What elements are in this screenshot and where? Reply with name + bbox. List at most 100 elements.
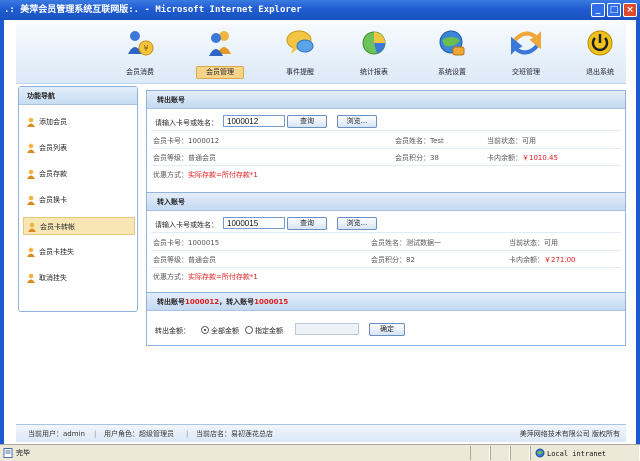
out-browse-button[interactable]: 浏览... <box>337 115 377 128</box>
out-status-value: 可用 <box>522 137 536 145</box>
in-member-level: 会员等级：普通会员 <box>153 256 216 264</box>
zone-text: Local intranet <box>547 450 607 458</box>
all-amount-label: 全部金额 <box>211 327 239 335</box>
svg-text:¥: ¥ <box>143 44 148 53</box>
close-button[interactable]: × <box>623 3 637 17</box>
status-cell <box>470 446 490 460</box>
minimize-button[interactable]: _ <box>591 3 605 17</box>
nav-item-reminder[interactable]: 事件提醒 <box>272 26 328 80</box>
status-cell <box>490 446 510 460</box>
from-account: 1000012 <box>185 298 220 306</box>
out-balance-label: 卡内余额： <box>487 154 522 162</box>
out-status-label: 当前状态： <box>487 137 522 145</box>
arrow-swap-icon <box>511 28 541 58</box>
divider <box>151 130 621 131</box>
in-status-value: 可用 <box>544 239 558 247</box>
user-cancel-icon <box>27 273 35 283</box>
custom-amount-label: 指定金额 <box>255 327 283 335</box>
divider <box>151 250 621 251</box>
nav-item-exit[interactable]: 退出系统 <box>572 26 628 80</box>
out-search-label: 请输入卡号或姓名： <box>155 119 218 127</box>
out-status: 当前状态：可用 <box>487 136 536 146</box>
nav-label: 交班管理 <box>512 68 540 76</box>
amount-input[interactable] <box>295 323 359 335</box>
page-icon <box>3 448 13 458</box>
users-icon <box>205 28 235 58</box>
divider <box>151 148 621 149</box>
top-navigation: ¥ 会员消费 会员管理 事件提醒 统计报表 系统设置 交班管理 退出系统 <box>16 24 626 84</box>
sidebar-item-label: 会员卡挂失 <box>39 248 74 256</box>
sidebar: 功能导航 添加会员 会员列表 会员存款 会员换卡 会员卡转帐 会员卡挂失 取消挂… <box>18 86 138 312</box>
current-shop: 当前店名：易初莲花总店 <box>196 430 273 438</box>
coins-users-icon: ¥ <box>125 28 155 58</box>
in-query-button[interactable]: 查询 <box>287 217 327 230</box>
status-text: 完毕 <box>16 449 30 457</box>
transfer-summary-title: 转出账号1000012，转入账号1000015 <box>147 293 625 311</box>
user-role: 用户角色：超级管理员 <box>104 430 174 438</box>
out-query-button[interactable]: 查询 <box>287 115 327 128</box>
nav-label: 系统设置 <box>438 68 466 76</box>
to-account: 1000015 <box>254 298 289 306</box>
in-status-label: 当前状态： <box>509 239 544 247</box>
out-card-number: 会员卡号：1000012 <box>153 137 220 145</box>
intranet-icon <box>535 448 545 458</box>
in-search-label: 请输入卡号或姓名： <box>155 221 218 229</box>
out-discount-value: 实际存款=所付存款*1 <box>188 171 258 179</box>
sidebar-item-member-list[interactable]: 会员列表 <box>23 139 135 157</box>
user-deposit-icon <box>27 169 35 179</box>
user-card-icon <box>27 195 35 205</box>
speech-bubble-icon <box>285 28 315 58</box>
out-member-name: 会员姓名：Test <box>395 137 444 145</box>
nav-item-reports[interactable]: 统计报表 <box>346 26 402 80</box>
footer-divider: | <box>94 430 97 438</box>
in-discount-label: 优惠方式： <box>153 273 188 281</box>
nav-label: 退出系统 <box>586 68 614 76</box>
nav-item-settings[interactable]: 系统设置 <box>424 26 480 80</box>
nav-item-member-manage[interactable]: 会员管理 <box>192 26 248 80</box>
sidebar-item-report-lost[interactable]: 会员卡挂失 <box>23 243 135 261</box>
in-member-points: 会员积分：82 <box>371 256 415 264</box>
sidebar-item-change-card[interactable]: 会员换卡 <box>23 191 135 209</box>
transfer-out-title: 转出账号 <box>147 91 625 109</box>
in-balance-label: 卡内余额： <box>509 256 544 264</box>
out-balance-value: ￥1010.45 <box>522 154 558 162</box>
out-search-input[interactable] <box>223 115 285 127</box>
sidebar-item-add-member[interactable]: 添加会员 <box>23 113 135 131</box>
maximize-button[interactable]: □ <box>607 3 621 17</box>
in-search-input[interactable] <box>223 217 285 229</box>
all-amount-radio[interactable] <box>201 326 209 334</box>
pie-chart-icon <box>359 28 389 58</box>
sidebar-item-label: 添加会员 <box>39 118 67 126</box>
transfer-in-panel: 转入账号 请输入卡号或姓名： 查询 浏览... 会员卡号：1000015 会员姓… <box>146 192 626 304</box>
nav-label: 事件提醒 <box>286 68 314 76</box>
browser-statusbar: 完毕 Local intranet <box>0 444 640 461</box>
custom-amount-radio[interactable] <box>245 326 253 334</box>
footer: 当前用户：admin | 用户角色：超级管理员 | 当前店名：易初莲花总店 美萍… <box>16 424 626 442</box>
divider <box>151 165 621 166</box>
sidebar-item-card-transfer[interactable]: 会员卡转帐 <box>23 217 135 235</box>
out-member-points: 会员积分：38 <box>395 154 439 162</box>
transfer-out-panel: 转出账号 请输入卡号或姓名： 查询 浏览... 会员卡号：1000012 会员姓… <box>146 90 626 202</box>
in-balance-value: ￥271.00 <box>544 256 576 264</box>
globe-settings-icon <box>437 28 467 58</box>
in-status: 当前状态：可用 <box>509 238 558 248</box>
footer-divider: | <box>186 430 189 438</box>
nav-item-shift[interactable]: 交班管理 <box>498 26 554 80</box>
out-member-level: 会员等级：普通会员 <box>153 154 216 162</box>
sidebar-item-label: 会员卡转帐 <box>40 223 75 231</box>
nav-label: 统计报表 <box>360 68 388 76</box>
divider <box>151 232 621 233</box>
window-titlebar: .: 美萍会员管理系统互联网版:. - Microsoft Internet E… <box>0 0 640 20</box>
nav-item-consume[interactable]: ¥ 会员消费 <box>112 26 168 80</box>
status-cell <box>510 446 530 460</box>
zone-cell: Local intranet <box>530 446 640 460</box>
in-browse-button[interactable]: 浏览... <box>337 217 377 230</box>
user-transfer-icon <box>28 222 36 232</box>
nav-label: 会员管理 <box>196 66 244 79</box>
confirm-button[interactable]: 确定 <box>369 323 405 336</box>
user-list-icon <box>27 143 35 153</box>
sidebar-item-member-deposit[interactable]: 会员存款 <box>23 165 135 183</box>
sidebar-item-cancel-lost[interactable]: 取消挂失 <box>23 269 135 287</box>
copyright: 美萍网络技术有限公司 版权所有 <box>519 430 620 438</box>
sidebar-item-label: 会员列表 <box>39 144 67 152</box>
